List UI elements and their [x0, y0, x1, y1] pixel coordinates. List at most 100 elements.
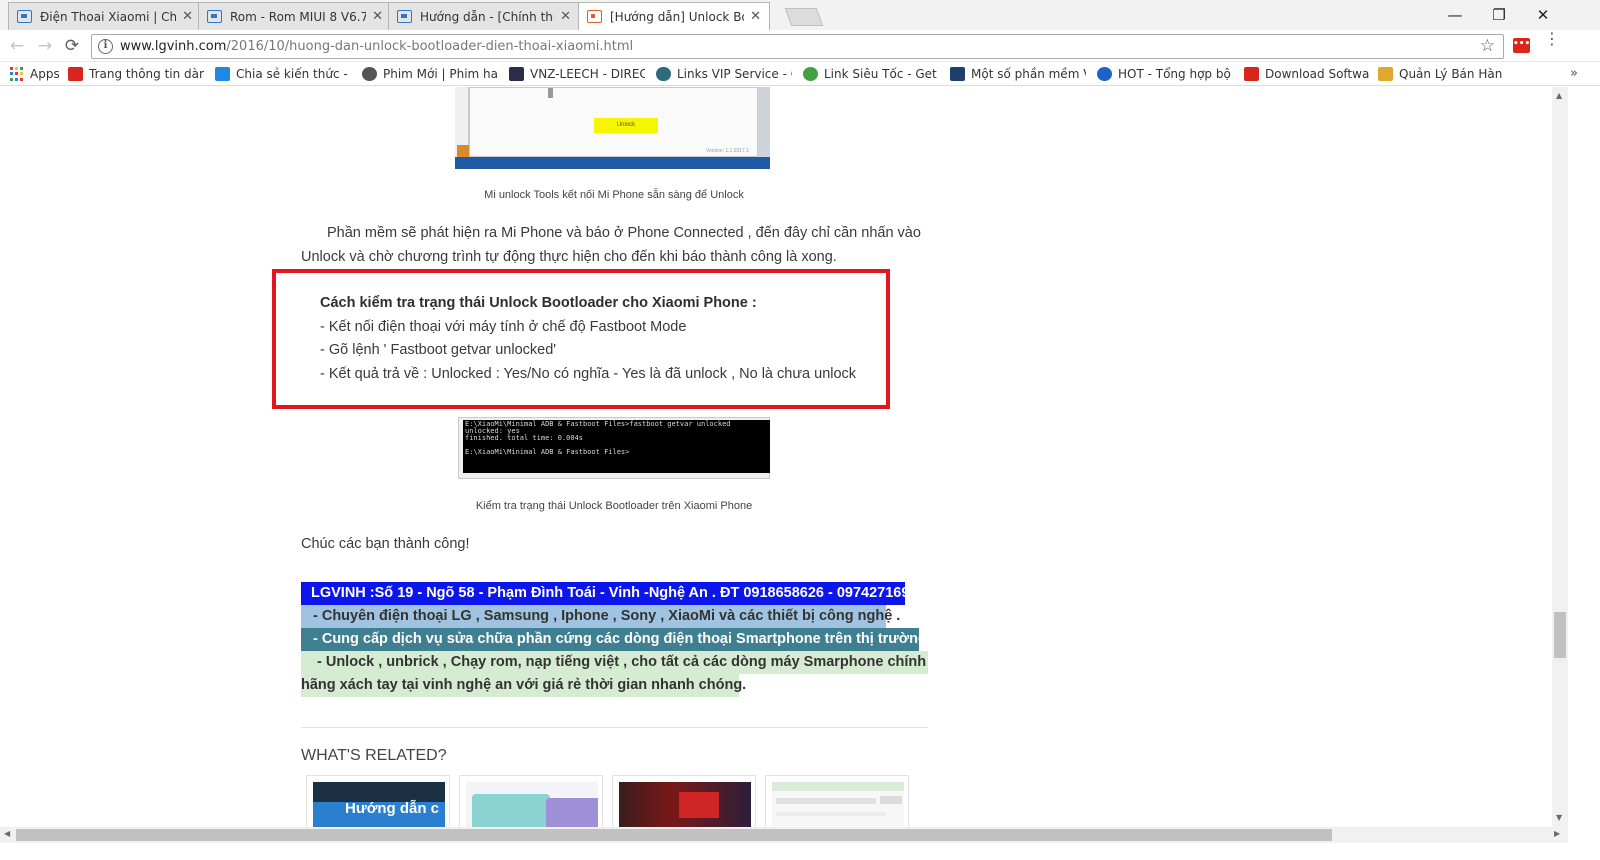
vertical-scrollbar[interactable]: ▲ ▼ [1552, 87, 1568, 827]
thumbnail-image: Hướng dẫn c [313, 782, 445, 827]
page-viewport: Unlock Version: 1.1.0317.1 Mi unlock Too… [0, 87, 1582, 827]
thumbnail-image [772, 782, 904, 827]
extension-icon[interactable]: ••• [1513, 38, 1530, 53]
back-icon[interactable]: ← [6, 35, 28, 57]
bookmark-apps[interactable]: Apps [10, 66, 62, 82]
pin-icon [548, 88, 553, 98]
tab-close-icon[interactable]: ✕ [750, 9, 761, 24]
thumbnail-image [619, 782, 751, 827]
cloud-icon [656, 67, 671, 81]
tab-close-icon[interactable]: ✕ [182, 9, 193, 24]
section-divider [301, 727, 928, 728]
unlock-image-button: Unlock [594, 118, 658, 133]
tab-title: Điện Thoai Xiaomi | Chơ [40, 9, 177, 24]
related-heading: WHAT'S RELATED? [301, 747, 447, 764]
related-thumbnail[interactable] [612, 775, 756, 827]
tab-title: Hướng dẫn - [Chính thức [420, 9, 555, 24]
news-icon [68, 67, 83, 81]
bookmark-label: HOT - Tổng hợp bộ cà [1118, 67, 1233, 81]
thumbnail-text: Hướng dẫn c [345, 800, 440, 817]
bookmark-label: Links VIP Service - Ge [677, 67, 792, 81]
url-domain: www.lgvinh.com [120, 39, 227, 54]
bookmark-label: Link Siêu Tốc - Get lin [824, 67, 939, 81]
service-highlight: - Chuyên điện thoại LG , Samsung , Iphon… [301, 605, 900, 628]
terminal-output: E:\XiaoMi\Minimal ADB & Fastboot Files> f… [463, 420, 770, 473]
bookmark-star-icon[interactable]: ☆ [1480, 36, 1495, 56]
bookmark-item[interactable]: Links VIP Service - Ge [656, 66, 792, 82]
apps-grid-icon [10, 67, 24, 81]
related-thumbnail[interactable] [459, 775, 603, 827]
bookmarks-bar: Apps Trang thông tin dành Chia sẻ kiến t… [0, 62, 1600, 86]
contact-highlight: LGVINH :Số 19 - Ngõ 58 - Phạm Đình Toái … [301, 582, 918, 605]
tab-2[interactable]: Rom - Rom MIUI 8 V6.7.7 ✕ [198, 2, 392, 30]
terminal-line: finished. total time: 0.004s [465, 434, 584, 442]
restore-icon[interactable]: ❐ [1484, 4, 1514, 26]
reload-icon[interactable]: ⟳ [61, 35, 83, 57]
minimize-icon[interactable]: — [1440, 4, 1470, 26]
terminal-screenshot: E:\XiaoMi\Minimal ADB & Fastboot Files> f… [458, 417, 770, 479]
bookmark-item[interactable]: Quản Lý Bán Hàng [1378, 66, 1502, 82]
related-thumbnail[interactable] [765, 775, 909, 827]
film-icon [362, 67, 377, 81]
taskbar [455, 157, 770, 169]
page-favicon-icon [17, 10, 32, 23]
link-icon [803, 67, 818, 81]
bookmark-item[interactable]: HOT - Tổng hợp bộ cà [1097, 66, 1233, 82]
bookmark-item[interactable]: Trang thông tin dành [68, 66, 204, 82]
paragraph-text: Phần mềm sẽ phát hiện ra Mi Phone và báo… [301, 225, 921, 265]
bookmarks-overflow-icon[interactable]: » [1570, 66, 1578, 81]
tab-close-icon[interactable]: ✕ [560, 9, 571, 24]
chrome-menu-icon[interactable]: ⋮ [1544, 31, 1560, 47]
bookmark-item[interactable]: Một số phần mềm Viê [950, 66, 1086, 82]
terminal-line: E:\XiaoMi\Minimal ADB & Fastboot Files> [465, 448, 630, 456]
version-text: Version: 1.1.0317.1 [705, 148, 749, 154]
service-highlight: - Unlock , unbrick , Chạy rom, nạp tiếng… [301, 651, 928, 674]
site-info-icon[interactable]: i [98, 39, 113, 54]
vertical-scroll-thumb[interactable] [1554, 612, 1566, 658]
bookmark-label: Apps [30, 67, 60, 81]
scroll-right-icon[interactable]: ▶ [1554, 829, 1560, 838]
store-icon [1378, 67, 1393, 81]
forward-icon[interactable]: → [34, 35, 56, 57]
document-favicon-icon [587, 10, 602, 23]
bookmark-label: Phim Mới | Phim hay | [383, 67, 498, 81]
bookmark-label: Quản Lý Bán Hàng [1399, 67, 1502, 81]
tab-3[interactable]: Hướng dẫn - [Chính thức ✕ [388, 2, 580, 30]
url-text[interactable]: www.lgvinh.com/2016/10/huong-dan-unlock-… [120, 39, 633, 54]
app-icon [457, 145, 469, 157]
windows-icon [215, 67, 230, 81]
bookmark-item[interactable]: Chia sẻ kiến thức - Dc [215, 66, 351, 82]
software-icon [950, 67, 965, 81]
box-line: - Kết quả trả về : Unlocked : Yes/No có … [320, 366, 857, 382]
close-window-icon[interactable]: ✕ [1528, 4, 1558, 26]
service-highlight: hãng xách tay tại vinh nghệ an với giá r… [301, 674, 746, 697]
bookmark-label: Một số phần mềm Viê [971, 67, 1086, 81]
leech-icon [509, 67, 524, 81]
download-icon [1244, 67, 1259, 81]
article-paragraph: Phần mềm sẽ phát hiện ra Mi Phone và báo… [301, 222, 928, 269]
bookmark-label: Trang thông tin dành [89, 67, 204, 81]
scroll-up-icon[interactable]: ▲ [1556, 91, 1562, 100]
bookmark-item[interactable]: Phim Mới | Phim hay | [362, 66, 498, 82]
scroll-left-icon[interactable]: ◀ [4, 829, 10, 838]
bookmark-label: VNZ-LEECH - DIRECT [530, 67, 645, 81]
horizontal-scroll-thumb[interactable] [16, 829, 1332, 841]
address-bar[interactable]: i www.lgvinh.com/2016/10/huong-dan-unloc… [91, 34, 1504, 59]
tab-4-active[interactable]: [Hướng dẫn] Unlock Boo ✕ [578, 2, 770, 30]
bookmark-label: Download Software [1265, 67, 1370, 81]
horizontal-scrollbar[interactable]: ◀ ▶ [0, 827, 1568, 843]
related-thumbnail[interactable]: Hướng dẫn c [306, 775, 450, 827]
box-line: - Gõ lệnh ' Fastboot getvar unlocked' [320, 342, 557, 358]
image-caption: Kiểm tra trạng thái Unlock Bootloader tr… [475, 500, 753, 512]
box-title: Cách kiểm tra trạng thái Unlock Bootload… [320, 295, 757, 311]
bookmark-item[interactable]: Link Siêu Tốc - Get lin [803, 66, 939, 82]
tab-close-icon[interactable]: ✕ [372, 9, 383, 24]
bookmark-item[interactable]: Download Software [1244, 66, 1370, 82]
browser-toolbar: ← → ⟳ i www.lgvinh.com/2016/10/huong-dan… [0, 30, 1600, 62]
box-line: - Kết nối điện thoại với máy tính ở chế … [320, 319, 687, 335]
scroll-down-icon[interactable]: ▼ [1556, 813, 1562, 822]
bookmark-item[interactable]: VNZ-LEECH - DIRECT [509, 66, 645, 82]
image-caption: Mi unlock Tools kết nối Mi Phone sẵn sàn… [484, 189, 744, 201]
new-tab-button[interactable] [784, 8, 824, 26]
tab-1[interactable]: Điện Thoai Xiaomi | Chơ ✕ [8, 2, 202, 30]
